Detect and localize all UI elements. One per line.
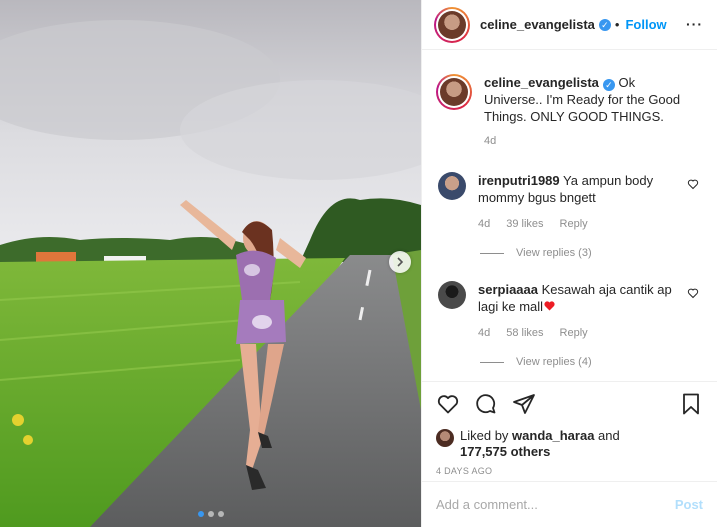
save-icon[interactable] [679, 392, 703, 416]
comment-likes[interactable]: 39 likes [506, 216, 543, 233]
view-replies-label: View replies (3) [516, 247, 592, 259]
heart-icon[interactable] [436, 392, 460, 416]
add-comment-bar: Post [422, 481, 717, 527]
comment-item: serpiaaaa Kesawah aja cantik ap lagi ke … [436, 281, 703, 342]
header-username[interactable]: celine_evangelista [480, 17, 595, 32]
comment-username[interactable]: irenputri1989 [478, 173, 560, 188]
caption-age: 4d [484, 135, 497, 147]
likes-others[interactable]: 177,575 others [460, 444, 550, 459]
carousel-indicator [0, 511, 421, 517]
comment-likes[interactable]: 58 likes [506, 325, 543, 342]
heart-icon[interactable] [687, 287, 699, 299]
post-actions: Liked by wanda_haraa and 177,575 others … [422, 381, 717, 485]
comment-username[interactable]: serpiaaaa [478, 282, 538, 297]
likes-and: and [598, 428, 620, 443]
post-panel: celine_evangelista ✓ • Follow ··· celine… [421, 0, 717, 527]
comment-avatar[interactable] [438, 172, 466, 200]
avatar[interactable] [434, 6, 470, 43]
view-replies-button[interactable]: View replies (3) [480, 247, 703, 259]
reply-button[interactable]: Reply [560, 325, 588, 342]
carousel-dot [207, 511, 214, 517]
separator-dot: • [614, 17, 620, 32]
heart-icon[interactable] [687, 178, 699, 190]
photo-scene [0, 0, 421, 527]
liker-username[interactable]: wanda_haraa [512, 428, 594, 443]
caption-username[interactable]: celine_evangelista [484, 75, 599, 90]
post-photo[interactable] [0, 0, 421, 527]
verified-icon: ✓ [602, 79, 615, 91]
comment-age: 4d [478, 327, 491, 339]
caption: celine_evangelista ✓ Ok Universe.. I'm Re… [436, 74, 703, 150]
heart-emoji-icon [544, 301, 555, 311]
post-comment-button[interactable]: Post [675, 497, 703, 512]
comment-age: 4d [478, 218, 491, 230]
reply-button[interactable]: Reply [560, 216, 588, 233]
share-icon[interactable] [512, 392, 536, 416]
next-photo-button[interactable] [389, 251, 411, 273]
comment-icon[interactable] [474, 392, 498, 416]
post-date[interactable]: 4 DAYS AGO [436, 466, 703, 476]
more-options-icon[interactable]: ··· [686, 16, 703, 32]
comment-item: irenputri1989 Ya ampun body mommy bgus b… [436, 172, 703, 233]
carousel-dot [197, 511, 204, 517]
liker-avatar[interactable] [436, 429, 454, 447]
follow-button[interactable]: Follow [625, 17, 666, 32]
caption-avatar[interactable] [436, 74, 472, 110]
comment-avatar[interactable] [438, 281, 466, 309]
likes-prefix: Liked by [460, 428, 509, 443]
carousel-dot [217, 511, 224, 517]
view-replies-label: View replies (4) [516, 356, 592, 368]
comments-list[interactable]: celine_evangelista ✓ Ok Universe.. I'm Re… [422, 57, 717, 379]
verified-icon: ✓ [598, 18, 611, 31]
post-header: celine_evangelista ✓ • Follow ··· [422, 0, 717, 50]
chevron-right-icon [397, 257, 404, 267]
comment-input[interactable] [436, 497, 675, 512]
view-replies-button[interactable]: View replies (4) [480, 356, 703, 368]
likes-summary: Liked by wanda_haraa and 177,575 others [436, 428, 703, 460]
